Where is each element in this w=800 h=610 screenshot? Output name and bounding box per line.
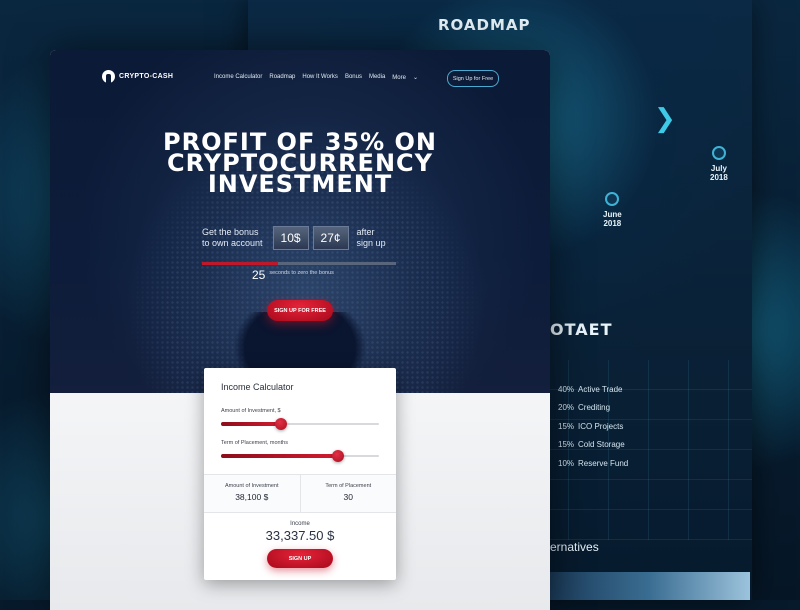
slider-fill	[221, 422, 282, 426]
allocation-row: 10% Reserve Fund	[558, 454, 628, 473]
milestone-year: 2018	[603, 219, 622, 228]
nav-item-roadmap[interactable]: Roadmap	[269, 74, 295, 81]
allocation-percent: 15%	[558, 421, 575, 431]
decorative-strip	[548, 572, 750, 600]
hero-signup-button[interactable]: SIGN UP FOR FREE	[267, 300, 333, 321]
logo[interactable]: CRYPTO-CASH	[102, 70, 173, 83]
nav-menu: Income Calculator Roadmap How It Works B…	[214, 74, 432, 81]
chevron-down-icon: ⌄	[412, 75, 418, 81]
slider-handle[interactable]	[331, 450, 344, 462]
allocation-row: 40% Active Trade	[558, 380, 628, 399]
bonus-timer: 25 seconds to zero the bonus	[252, 268, 334, 282]
income-label: Income	[290, 521, 310, 527]
signup-free-button[interactable]: Sign Up for Free	[447, 70, 499, 87]
allocation-row: 15% Cold Storage	[558, 436, 628, 455]
bonus-timer-bar	[202, 262, 396, 265]
bonus-cents: 27¢	[312, 226, 349, 250]
after-text-line: sign up	[356, 238, 386, 248]
roadmap-title: ROADMAP	[438, 16, 531, 34]
term-slider[interactable]	[221, 450, 379, 462]
amount-slider[interactable]	[221, 418, 379, 430]
stat-label: Amount of Investment	[225, 483, 279, 489]
top-nav: CRYPTO-CASH Income Calculator Roadmap Ho…	[50, 50, 550, 106]
timer-seconds: 25	[252, 268, 266, 282]
timer-caption: seconds to zero the bonus	[269, 270, 334, 276]
milestone-year: 2018	[710, 173, 728, 182]
allocation-row: 20% Crediting	[558, 399, 628, 418]
milestone-month: June	[603, 210, 622, 219]
bonus-after-text: after sign up	[357, 227, 386, 249]
bonus-text: Get the bonus to own account	[202, 227, 263, 249]
stat-term: Term of Placement 30	[299, 475, 397, 512]
after-text-line: after	[356, 227, 375, 237]
milestone-month: July	[710, 164, 727, 173]
roadmap-next-arrow-icon[interactable]: ❯	[654, 104, 676, 134]
allocation-percent: 10%	[558, 458, 575, 468]
section-title-fragment: OTAET	[550, 320, 613, 339]
milestone-dot-icon	[711, 146, 726, 160]
nav-item-income-calculator[interactable]: Income Calculator	[214, 74, 262, 81]
income-value: 33,337.50 $	[265, 528, 335, 543]
allocation-percent: 20%	[558, 403, 575, 413]
landing-page: CRYPTO-CASH Income Calculator Roadmap Ho…	[50, 50, 550, 610]
hero-section: CRYPTO-CASH Income Calculator Roadmap Ho…	[50, 50, 550, 490]
bonus-text-line: Get the bonus	[202, 227, 259, 237]
bonus-text-line: to own account	[202, 238, 263, 248]
allocation-row: 15% ICO Projects	[558, 417, 628, 436]
allocation-name: Active Trade	[578, 384, 623, 394]
stat-value: 30	[343, 492, 353, 502]
bonus-dollars: 10$	[272, 226, 309, 250]
calculator-title: Income Calculator	[221, 382, 294, 392]
nav-item-bonus[interactable]: Bonus	[345, 74, 362, 81]
bonus-timer-fill	[202, 262, 278, 265]
calculator-signup-button[interactable]: SIGN UP	[267, 549, 333, 568]
nav-item-more-label: More	[392, 75, 406, 81]
alternatives-heading-fragment: ernatives	[550, 540, 599, 554]
allocation-percent: 40%	[558, 384, 575, 394]
slider-handle[interactable]	[275, 418, 288, 430]
nav-item-more[interactable]: More ⌄	[392, 74, 425, 81]
allocation-name: Reserve Fund	[578, 458, 629, 468]
keyhole-logo-icon	[102, 70, 115, 83]
allocation-percent: 15%	[558, 440, 575, 450]
allocation-name: ICO Projects	[578, 421, 624, 431]
allocation-name: Cold Storage	[578, 440, 625, 450]
income-calculator-card: Income Calculator Amount of Investment, …	[204, 368, 396, 580]
stat-label: Term of Placement	[325, 483, 372, 489]
amount-slider-label: Amount of Investment, $	[221, 408, 281, 414]
allocation-list: 40% Active Trade 20% Crediting 15% ICO Proj…	[558, 380, 628, 473]
hero-headline: PROFIT OF 35% ON CRYPTOCURRENCY INVESTME…	[50, 130, 550, 198]
calculator-stats: Amount of Investment 38,100 $ Term of Pl…	[204, 474, 396, 513]
slider-fill	[221, 454, 338, 458]
milestone-dot-icon	[605, 192, 620, 206]
logo-text: CRYPTO-CASH	[119, 73, 174, 80]
roadmap-milestone-july[interactable]: July 2018	[710, 146, 728, 182]
nav-item-how-it-works[interactable]: How It Works	[302, 74, 338, 81]
bonus-block: Get the bonus to own account 10$ 27¢ aft…	[202, 226, 386, 250]
stat-amount: Amount of Investment 38,100 $	[204, 475, 300, 512]
stat-value: 38,100 $	[235, 492, 269, 502]
nav-item-media[interactable]: Media	[369, 74, 385, 81]
roadmap-milestone-june[interactable]: June 2018	[603, 192, 622, 228]
term-slider-label: Term of Placement, months	[221, 440, 288, 446]
allocation-name: Crediting	[578, 403, 611, 413]
headline-line: INVESTMENT	[207, 170, 393, 198]
